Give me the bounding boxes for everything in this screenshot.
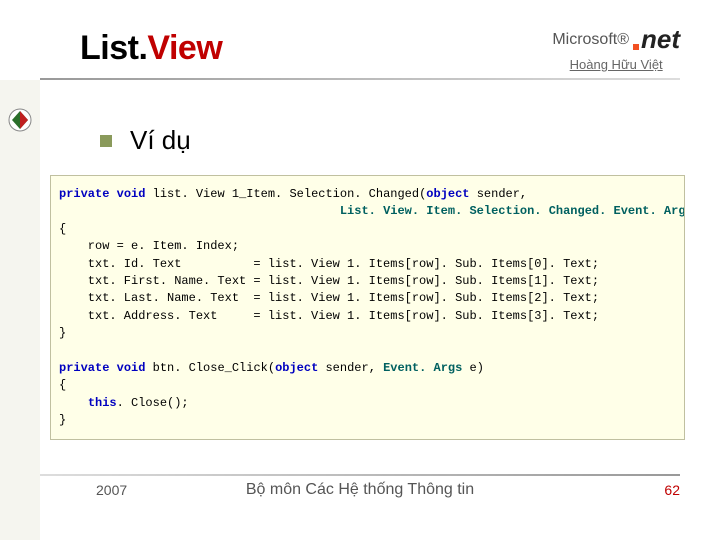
brace: { [59,222,66,236]
code-line: txt. First. Name. Text = list. View 1. I… [59,274,599,288]
code-pad [59,396,88,410]
subheading-label: Ví dụ [130,125,191,156]
keyword-void: void [117,187,146,201]
code-text: sender, [318,361,383,375]
logo-top: Microsoft® net [552,24,680,55]
keyword-this: this [88,396,117,410]
keyword-void: void [117,361,146,375]
keyword-private: private [59,187,109,201]
dotnet-logo-icon: net [633,24,680,55]
keyword-object: object [426,187,469,201]
code-text: sender, [470,187,528,201]
bullet-square-icon [100,135,112,147]
type-name: List. View. Item. Selection. Changed. Ev… [340,204,685,218]
code-text: . Close(); [117,396,189,410]
brace: } [59,326,66,340]
slide: List.View Microsoft® net Hoàng Hữu Việt … [0,0,720,540]
author-name: Hoàng Hữu Việt [570,57,663,72]
page-title: List.View [80,29,222,68]
code-pad [59,204,340,218]
corner-logo-icon [8,108,32,132]
footer-page-number: 62 [664,482,680,498]
code-line: txt. Address. Text = list. View 1. Items… [59,309,599,323]
code-text: e) [462,361,484,375]
keyword-object: object [275,361,318,375]
subheading-row: Ví dụ [100,125,191,156]
code-block: private void list. View 1_Item. Selectio… [50,175,685,440]
code-line: txt. Last. Name. Text = list. View 1. It… [59,291,599,305]
code-text: btn. Close_Click( [145,361,275,375]
type-name: Event. Args [383,361,462,375]
footer-center: Bộ môn Các Hệ thống Thông tin [0,481,720,499]
title-suffix: View [147,29,222,67]
footer: 2007 Bộ môn Các Hệ thống Thông tin 62 [0,476,720,504]
header-divider [40,78,680,80]
brace: } [59,413,66,427]
code-line: row = e. Item. Index; [59,239,239,253]
code-line: txt. Id. Text = list. View 1. Items[row]… [59,257,599,271]
keyword-private: private [59,361,109,375]
title-prefix: List. [80,29,147,67]
brace: { [59,378,66,392]
left-stripe [0,0,40,540]
logo-area: Microsoft® net Hoàng Hữu Việt [552,24,680,72]
code-text: list. View 1_Item. Selection. Changed( [145,187,426,201]
logo-company: Microsoft® [552,31,629,49]
header: List.View Microsoft® net Hoàng Hữu Việt [80,18,680,78]
